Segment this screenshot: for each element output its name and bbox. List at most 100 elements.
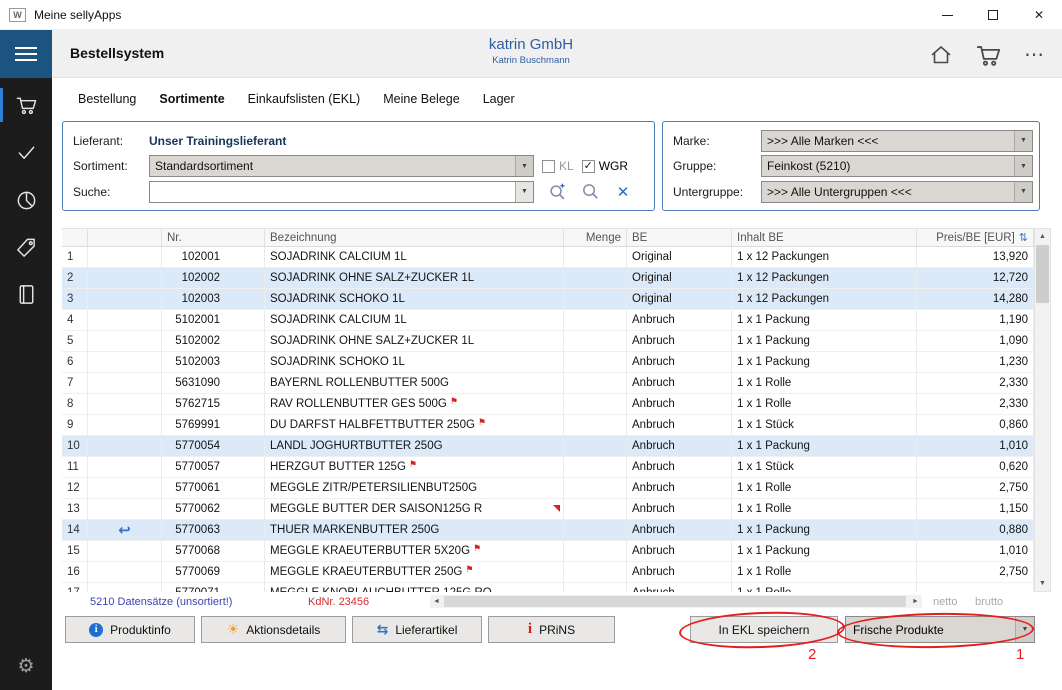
- table-row[interactable]: 155770068MEGGLE KRAEUTERBUTTER 5X20G⚑Anb…: [62, 541, 1034, 562]
- gruppe-dropdown[interactable]: Feinkost (5210) ▼: [761, 155, 1033, 177]
- scroll-right-icon[interactable]: ►: [909, 595, 922, 608]
- sidebar-item-tasks[interactable]: [0, 132, 52, 172]
- table-row[interactable]: 135770062MEGGLE BUTTER DER SAISON125G RA…: [62, 499, 1034, 520]
- table-row[interactable]: 55102002SOJADRINK OHNE SALZ+ZUCKER 1LAnb…: [62, 331, 1034, 352]
- chevron-down-icon[interactable]: ▼: [515, 182, 533, 202]
- sort-icon[interactable]: ⇅: [1019, 231, 1028, 244]
- menu-button[interactable]: [0, 30, 52, 78]
- chevron-down-icon[interactable]: ▼: [515, 156, 533, 176]
- preis-be: 1,010: [917, 541, 1034, 562]
- article-name: DU DARFST HALBFETTBUTTER 250G⚑: [265, 415, 564, 436]
- table-row[interactable]: 115770057HERZGUT BUTTER 125G⚑Anbruch1 x …: [62, 457, 1034, 478]
- chevron-down-icon[interactable]: ▼: [1014, 156, 1032, 176]
- table-row[interactable]: 85762715RAV ROLLENBUTTER GES 500G⚑Anbruc…: [62, 394, 1034, 415]
- chevron-down-icon[interactable]: ▼: [1014, 131, 1032, 151]
- maximize-button[interactable]: [970, 0, 1016, 30]
- be: Anbruch: [627, 394, 732, 415]
- sidebar-item-bestellsystem[interactable]: [0, 85, 52, 125]
- column-header-bezeichnung[interactable]: Bezeichnung: [265, 229, 564, 246]
- sidebar-item-prices[interactable]: [0, 227, 52, 267]
- untergruppe-dropdown[interactable]: >>> Alle Untergruppen <<< ▼: [761, 181, 1033, 203]
- be: Original: [627, 247, 732, 268]
- chevron-down-icon[interactable]: ▼: [1015, 617, 1034, 642]
- tag-icon: [15, 236, 38, 259]
- clear-search-icon[interactable]: ✕: [613, 182, 633, 202]
- table-row[interactable]: 125770061MEGGLE ZITR/PETERSILIENBUT250GA…: [62, 478, 1034, 499]
- be: Anbruch: [627, 415, 732, 436]
- scroll-left-icon[interactable]: ◄: [430, 595, 443, 608]
- table-row[interactable]: 2102002SOJADRINK OHNE SALZ+ZUCKER 1LOrig…: [62, 268, 1034, 289]
- aktionsdetails-button[interactable]: ☀Aktionsdetails: [201, 616, 346, 643]
- tab-sortimente[interactable]: Sortimente: [159, 92, 224, 106]
- column-header-blank-1[interactable]: [88, 229, 162, 246]
- search-plus-icon[interactable]: [547, 182, 567, 202]
- article-number: 5770061: [162, 478, 265, 499]
- menge: [564, 583, 627, 592]
- settings-gear-icon[interactable]: ⚙: [0, 646, 52, 686]
- tab-lager[interactable]: Lager: [483, 92, 515, 106]
- column-header-be[interactable]: BE: [627, 229, 732, 246]
- lieferartikel-button[interactable]: ⇆Lieferartikel: [352, 616, 482, 643]
- frische-produkte-dropdown[interactable]: Frische Produkte ▼: [845, 616, 1035, 643]
- tab-einkaufslisten-ekl[interactable]: Einkaufslisten (EKL): [248, 92, 361, 106]
- netto-toggle[interactable]: netto: [933, 596, 957, 608]
- be: Anbruch: [627, 583, 732, 592]
- annotation-number-2: 2: [808, 646, 816, 663]
- sidebar-item-catalog[interactable]: [0, 274, 52, 314]
- vertical-scroll-thumb[interactable]: [1036, 245, 1049, 303]
- table-row[interactable]: 165770069MEGGLE KRAEUTERBUTTER 250G⚑Anbr…: [62, 562, 1034, 583]
- tabs: Bestellung Sortimente Einkaufslisten (EKL)…: [78, 92, 515, 106]
- produktinfo-button[interactable]: i Produktinfo: [65, 616, 195, 643]
- inhalt-be: 1 x 1 Packung: [732, 310, 917, 331]
- star-icon: ☀: [227, 621, 240, 638]
- table-row[interactable]: 14↩5770063THUER MARKENBUTTER 250GAnbruch…: [62, 520, 1034, 541]
- wgr-checkbox[interactable]: WGR: [582, 159, 628, 173]
- column-header-nr[interactable]: Nr.: [162, 229, 265, 246]
- prins-button[interactable]: iPRiNS: [488, 616, 615, 643]
- search-icon[interactable]: [580, 182, 600, 202]
- column-header-inhalt-be[interactable]: Inhalt BE: [732, 229, 917, 246]
- sortiment-dropdown[interactable]: Standardsortiment ▼: [149, 155, 534, 177]
- table-row[interactable]: 65102003SOJADRINK SCHOKO 1LAnbruch1 x 1 …: [62, 352, 1034, 373]
- table-row[interactable]: 105770054LANDL JOGHURTBUTTER 250GAnbruch…: [62, 436, 1034, 457]
- chevron-down-icon[interactable]: ▼: [1014, 182, 1032, 202]
- row-marker-cell: [88, 478, 162, 499]
- suche-input[interactable]: ▼: [149, 181, 534, 203]
- vertical-scrollbar[interactable]: ▲ ▼: [1034, 228, 1051, 592]
- be: Anbruch: [627, 499, 732, 520]
- scroll-down-icon[interactable]: ▼: [1035, 576, 1050, 591]
- table-row[interactable]: 3102003SOJADRINK SCHOKO 1LOriginal1 x 12…: [62, 289, 1034, 310]
- horizontal-scroll-thumb[interactable]: [444, 596, 906, 607]
- article-name: SOJADRINK OHNE SALZ+ZUCKER 1L: [265, 268, 564, 289]
- more-options-icon[interactable]: ⋯: [1024, 50, 1044, 60]
- tab-meine-belege[interactable]: Meine Belege: [383, 92, 459, 106]
- button-label: Produktinfo: [110, 623, 171, 637]
- red-flag-icon: ⚑: [465, 564, 473, 575]
- horizontal-scrollbar[interactable]: ◄ ►: [430, 595, 922, 608]
- table-row[interactable]: 1102001SOJADRINK CALCIUM 1LOriginal1 x 1…: [62, 247, 1034, 268]
- tab-bestellung[interactable]: Bestellung: [78, 92, 136, 106]
- preis-be: 1,090: [917, 331, 1034, 352]
- in-ekl-speichern-button[interactable]: In EKL speichern: [690, 616, 838, 643]
- kl-checkbox[interactable]: KL: [542, 159, 574, 173]
- row-marker-cell: [88, 268, 162, 289]
- cart-icon[interactable]: [975, 42, 1002, 69]
- scroll-up-icon[interactable]: ▲: [1035, 229, 1050, 244]
- column-header-preis-be-eur[interactable]: Preis/BE [EUR]⇅: [917, 229, 1034, 246]
- table-row[interactable]: 75631090BAYERNL ROLLENBUTTER 500GAnbruch…: [62, 373, 1034, 394]
- inhalt-be: 1 x 1 Packung: [732, 352, 917, 373]
- info-icon: i: [89, 623, 103, 637]
- close-button[interactable]: ✕: [1016, 0, 1062, 30]
- minimize-button[interactable]: [924, 0, 970, 30]
- brutto-toggle[interactable]: brutto: [975, 596, 1003, 608]
- table-row[interactable]: 175770071MEGGLE KNOBLAUCHBUTTER 125G ROA…: [62, 583, 1034, 592]
- column-header-menge[interactable]: Menge: [564, 229, 627, 246]
- table-row[interactable]: 45102001SOJADRINK CALCIUM 1LAnbruch1 x 1…: [62, 310, 1034, 331]
- preis-be: 0,620: [917, 457, 1034, 478]
- column-header-blank-0[interactable]: [62, 229, 88, 246]
- table-row[interactable]: 95769991DU DARFST HALBFETTBUTTER 250G⚑An…: [62, 415, 1034, 436]
- row-marker-cell: [88, 415, 162, 436]
- home-icon[interactable]: [929, 43, 953, 67]
- sidebar-item-statistics[interactable]: [0, 180, 52, 220]
- marke-dropdown[interactable]: >>> Alle Marken <<< ▼: [761, 130, 1033, 152]
